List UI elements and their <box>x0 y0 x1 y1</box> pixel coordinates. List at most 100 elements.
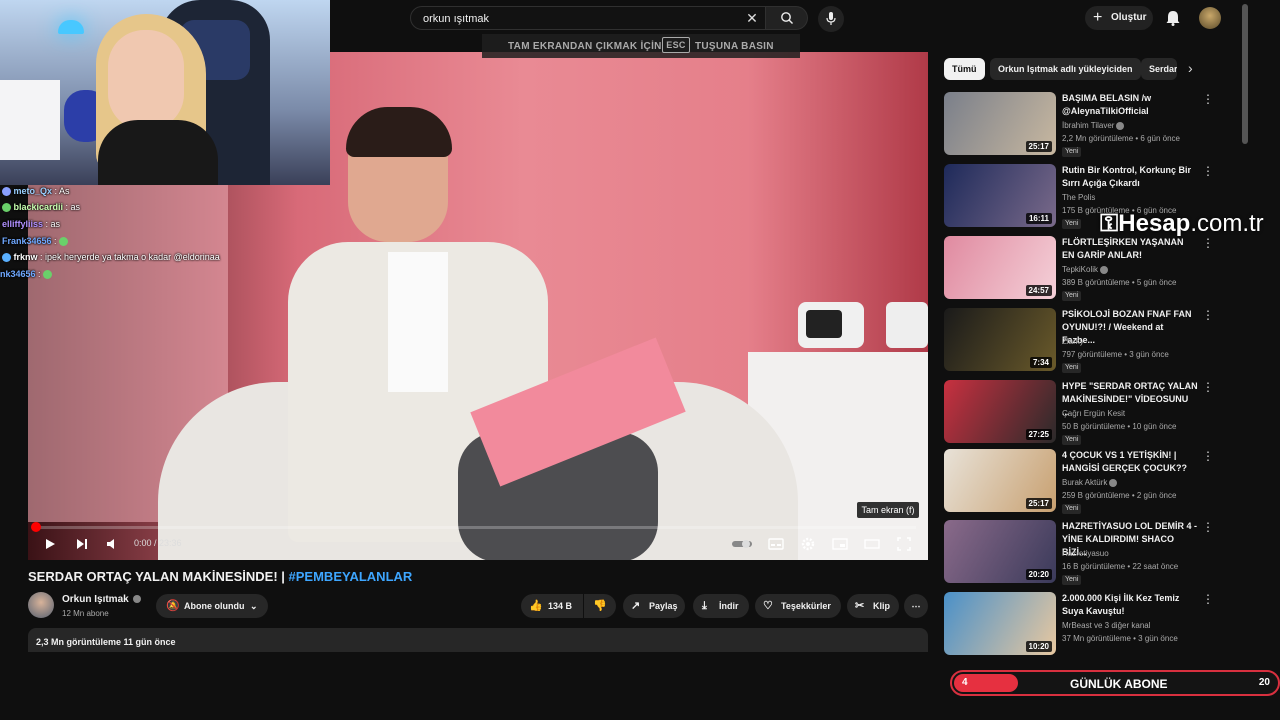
subscribed-label: Abone olundu <box>184 601 245 611</box>
recommendation-meta: 259 B görüntüleme • 2 gün önce <box>1062 491 1177 500</box>
notifications-button[interactable] <box>1163 8 1183 28</box>
new-badge: Yeni <box>1062 291 1082 301</box>
chip-serdar[interactable]: Serdar <box>1141 58 1177 80</box>
more-vertical-icon[interactable]: ⋮ <box>1202 449 1214 463</box>
notice-text-before: TAM EKRANDAN ÇIKMAK İÇİN <box>508 41 662 52</box>
thanks-button[interactable]: ♡ Teşekkürler <box>755 594 841 618</box>
volume-button[interactable] <box>102 534 122 554</box>
recommendation-channel-text: Çağrı Ergün Kesit <box>1062 409 1126 418</box>
recommendation-channel[interactable]: Burak Aktürk <box>1062 478 1118 487</box>
autoplay-toggle[interactable] <box>732 534 752 554</box>
recommendation-card[interactable]: 20:20 HAZRETİYASUO LOL DEMİR 4 - YİNE KAL… <box>944 520 1214 586</box>
clip-button[interactable]: ✂ Klip <box>847 594 899 618</box>
recommendation-meta: 2,2 Mn görüntüleme • 6 gün önce <box>1062 134 1180 143</box>
more-vertical-icon[interactable]: ⋮ <box>1202 92 1214 106</box>
recommendation-title[interactable]: FLÖRTLEŞİRKEN YAŞANAN EN GARİP ANLAR! <box>1062 236 1198 262</box>
more-vertical-icon[interactable]: ⋮ <box>1202 520 1214 534</box>
more-actions-button[interactable]: ⋯ <box>904 594 928 618</box>
video-thumbnail[interactable]: 25:17 <box>944 449 1056 512</box>
video-thumbnail[interactable]: 20:20 <box>944 520 1056 583</box>
miniplayer-button[interactable] <box>830 534 850 554</box>
bell-off-icon: 🔕 <box>166 600 180 612</box>
chat-line: Frank34656 : <box>2 236 69 247</box>
video-thumbnail[interactable]: 25:17 <box>944 92 1056 155</box>
more-vertical-icon[interactable]: ⋮ <box>1202 164 1214 178</box>
recommendation-title[interactable]: BAŞIMA BELASIN /w @AleynaTilkiOfficial <box>1062 92 1198 118</box>
recommendation-channel[interactable]: Çağrı Ergün Kesit <box>1062 409 1125 418</box>
chat-user: meto_Qx <box>13 186 53 196</box>
new-badge: Yeni <box>1062 363 1082 373</box>
voice-search-button[interactable] <box>818 6 844 32</box>
new-badge: Yeni <box>1062 219 1082 229</box>
time-display: 0:00 / 23:36 <box>134 538 182 548</box>
settings-button[interactable] <box>798 534 818 554</box>
recommendation-channel[interactable]: The Polis <box>1062 193 1095 202</box>
fullscreen-exit-notice: TAM EKRANDAN ÇIKMAK İÇİN ESC TUŞUNA BASI… <box>482 34 800 58</box>
recommendation-meta: 16 B görüntüleme • 22 saat önce <box>1062 562 1179 571</box>
account-avatar[interactable] <box>1199 7 1221 29</box>
recommendation-title[interactable]: 4 ÇOCUK VS 1 YETİŞKİN! | HANGİSİ GERÇEK … <box>1062 449 1198 475</box>
recommendation-channel[interactable]: İbrahim Tilaver <box>1062 121 1125 130</box>
more-vertical-icon[interactable]: ⋮ <box>1202 308 1214 322</box>
recommendation-channel-text: İbrahim Tilaver <box>1062 121 1115 130</box>
subscribed-button[interactable]: 🔕 Abone olundu ⌄ <box>156 594 268 618</box>
more-vertical-icon[interactable]: ⋮ <box>1202 236 1214 250</box>
fullscreen-tooltip: Tam ekran (f) <box>857 502 919 518</box>
search-input[interactable] <box>421 9 745 29</box>
recommendation-card[interactable]: 7:34 PSİKOLOJİ BOZAN FNAF FAN OYUNU!?! / … <box>944 308 1214 374</box>
recommendation-channel[interactable]: MrBeast ve 3 diğer kanal <box>1062 621 1151 630</box>
scene-tv <box>798 302 864 348</box>
verified-icon <box>1109 478 1118 487</box>
view-date-meta: 2,3 Mn görüntüleme 11 gün önce <box>36 637 176 647</box>
chat-user: blackicardii <box>13 202 64 212</box>
plus-icon: + <box>1093 9 1103 26</box>
progress-bar[interactable] <box>36 526 916 529</box>
description-box[interactable]: 2,3 Mn görüntüleme 11 gün önce <box>28 628 928 652</box>
clear-search-icon[interactable]: ✕ <box>743 9 761 27</box>
chip-uploader[interactable]: Orkun Işıtmak adlı yükleyiciden <box>990 58 1141 80</box>
chip-all[interactable]: Tümü <box>944 58 985 80</box>
scrollbar[interactable] <box>1242 4 1248 144</box>
video-thumbnail[interactable]: 16:11 <box>944 164 1056 227</box>
theater-mode-button[interactable] <box>862 534 882 554</box>
recommendation-card[interactable]: 25:17 4 ÇOCUK VS 1 YETİŞKİN! | HANGİSİ GE… <box>944 449 1214 515</box>
channel-avatar[interactable] <box>28 592 54 618</box>
play-button[interactable] <box>40 534 60 554</box>
new-badge: Yeni <box>1062 435 1082 445</box>
recommendation-card[interactable]: 24:57 FLÖRTLEŞİRKEN YAŞANAN EN GARİP ANLA… <box>944 236 1214 302</box>
like-button[interactable]: 👍 134 B <box>521 594 583 618</box>
play-icon <box>46 539 55 549</box>
verified-icon <box>1116 121 1125 130</box>
video-thumbnail[interactable]: 7:34 <box>944 308 1056 371</box>
share-button[interactable]: ↗ Paylaş <box>623 594 685 618</box>
recommendation-channel[interactable]: Zlarky <box>1062 337 1084 346</box>
search-button[interactable] <box>766 6 808 30</box>
recommendation-title[interactable]: 2.000.000 Kişi İlk Kez Temiz Suya Kavuşt… <box>1062 592 1198 618</box>
more-vertical-icon[interactable]: ⋮ <box>1202 380 1214 394</box>
progress-scrubber[interactable] <box>31 522 41 532</box>
recommendation-card[interactable]: 25:17 BAŞIMA BELASIN /w @AleynaTilkiOffic… <box>944 92 1214 158</box>
video-duration: 24:57 <box>1025 285 1052 296</box>
video-thumbnail[interactable]: 10:20 <box>944 592 1056 655</box>
recommendation-card[interactable]: 27:25 HYPE "SERDAR ORTAÇ YALAN MAKİNESİND… <box>944 380 1214 446</box>
video-title-text: SERDAR ORTAÇ YALAN MAKİNESİNDE! | <box>28 569 289 584</box>
dislike-button[interactable]: 👎 <box>584 594 616 618</box>
recommendation-channel[interactable]: Hazretiyasuo <box>1062 549 1109 558</box>
video-thumbnail[interactable]: 24:57 <box>944 236 1056 299</box>
search-box[interactable]: ✕ <box>410 6 766 30</box>
chat-message: : As <box>52 186 70 196</box>
subtitles-button[interactable] <box>766 534 786 554</box>
create-button[interactable]: + Oluştur <box>1085 6 1153 30</box>
next-button[interactable] <box>72 534 92 554</box>
more-vertical-icon[interactable]: ⋮ <box>1202 592 1214 606</box>
recommendation-channel[interactable]: TepkiKolik <box>1062 265 1109 274</box>
download-button[interactable]: ⤓ İndir <box>693 594 749 618</box>
video-hashtag[interactable]: #PEMBEYALANLAR <box>289 569 413 584</box>
chevron-right-icon[interactable]: › <box>1188 60 1193 76</box>
video-thumbnail[interactable]: 27:25 <box>944 380 1056 443</box>
video-duration: 25:17 <box>1025 141 1052 152</box>
recommendation-title[interactable]: Rutin Bir Kontrol, Korkunç Bir Sırrı Açı… <box>1062 164 1198 190</box>
recommendation-card[interactable]: 10:20 2.000.000 Kişi İlk Kez Temiz Suya K… <box>944 592 1214 658</box>
channel-name[interactable]: Orkun Işıtmak <box>62 594 142 605</box>
fullscreen-button[interactable] <box>894 534 914 554</box>
